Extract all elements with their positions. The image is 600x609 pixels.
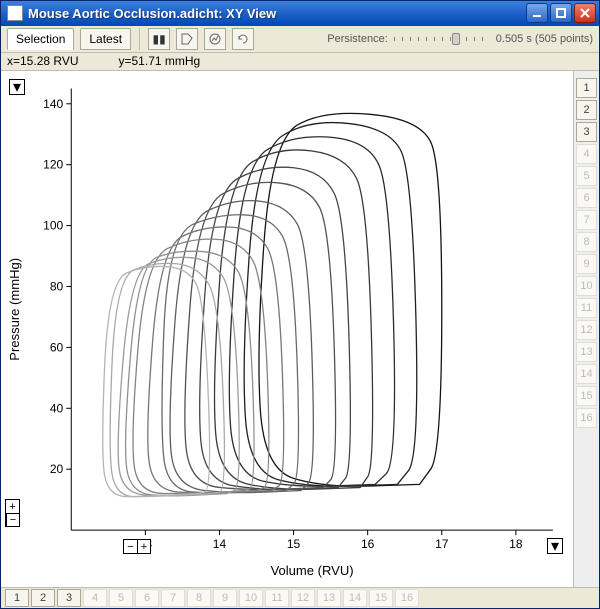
y-zoom-in-button[interactable]: + (6, 500, 19, 513)
coord-y: y=51.71 mmHg (119, 54, 201, 68)
chevron-down-icon: ▾ (551, 536, 559, 556)
app-icon (7, 5, 23, 21)
svg-text:15: 15 (287, 537, 301, 551)
svg-text:20: 20 (50, 462, 64, 476)
persistence-label: Persistence: (327, 33, 388, 45)
channel-v-15[interactable]: 15 (576, 386, 597, 406)
channel-v-7[interactable]: 7 (576, 210, 597, 230)
channel-v-5[interactable]: 5 (576, 166, 597, 186)
y-axis-menu-button[interactable]: ▾ (9, 79, 25, 95)
channel-v-8[interactable]: 8 (576, 232, 597, 252)
pv-chart: 20406080100120140131415161718Volume (RVU… (1, 71, 573, 588)
svg-text:Pressure (mmHg): Pressure (mmHg) (7, 258, 22, 361)
pause-icon: ▮▮ (152, 32, 165, 46)
toolbar: Selection Latest ▮▮ Persistence: 0.505 s… (1, 26, 599, 53)
svg-text:40: 40 (50, 401, 64, 415)
channel-h-4[interactable]: 4 (83, 589, 107, 607)
coord-bar: x=15.28 RVU y=51.71 mmHg (1, 53, 599, 71)
graph-icon (208, 32, 222, 46)
refresh-icon (236, 32, 250, 46)
channel-h-14[interactable]: 14 (343, 589, 367, 607)
channel-list-horizontal: 12345678910111213141516 (1, 588, 599, 608)
maximize-button[interactable] (550, 3, 572, 23)
x-axis-menu-button[interactable]: ▾ (547, 538, 563, 554)
titlebar[interactable]: Mouse Aortic Occlusion.adicht: XY View (1, 1, 599, 26)
channel-h-10[interactable]: 10 (239, 589, 263, 607)
tab-latest[interactable]: Latest (80, 28, 131, 50)
window-title: Mouse Aortic Occlusion.adicht: XY View (28, 6, 526, 21)
svg-text:17: 17 (435, 537, 449, 551)
refresh-graph-button[interactable] (232, 28, 254, 50)
channel-h-9[interactable]: 9 (213, 589, 237, 607)
maximize-icon (556, 8, 566, 18)
channel-v-2[interactable]: 2 (576, 100, 597, 120)
svg-text:80: 80 (50, 279, 64, 293)
svg-text:16: 16 (361, 537, 375, 551)
channel-v-4[interactable]: 4 (576, 144, 597, 164)
x-zoom-in-button[interactable]: + (137, 540, 150, 553)
svg-text:18: 18 (509, 537, 523, 551)
channel-h-11[interactable]: 11 (265, 589, 289, 607)
tab-selection[interactable]: Selection (7, 28, 74, 50)
y-zoom-out-button[interactable]: − (6, 513, 19, 526)
app-window: Mouse Aortic Occlusion.adicht: XY View S… (0, 0, 600, 609)
channel-v-6[interactable]: 6 (576, 188, 597, 208)
channel-list-vertical: 12345678910111213141516 (573, 71, 599, 588)
y-zoom-buttons: + − (5, 499, 20, 527)
close-button[interactable] (574, 3, 596, 23)
window-buttons (526, 3, 596, 23)
channel-h-13[interactable]: 13 (317, 589, 341, 607)
channel-h-1[interactable]: 1 (5, 589, 29, 607)
graph-button[interactable] (204, 28, 226, 50)
persistence-value: 0.505 s (505 points) (496, 33, 593, 45)
slider-thumb[interactable] (452, 33, 460, 45)
svg-text:120: 120 (43, 157, 63, 171)
x-zoom-out-button[interactable]: − (124, 540, 137, 553)
svg-text:Volume (RVU): Volume (RVU) (271, 563, 354, 578)
channel-h-7[interactable]: 7 (161, 589, 185, 607)
channel-v-3[interactable]: 3 (576, 122, 597, 142)
channel-h-3[interactable]: 3 (57, 589, 81, 607)
close-icon (580, 8, 590, 18)
channel-h-5[interactable]: 5 (109, 589, 133, 607)
channel-h-6[interactable]: 6 (135, 589, 159, 607)
main-area: 20406080100120140131415161718Volume (RVU… (1, 71, 599, 589)
tag-icon (180, 32, 194, 46)
coord-x: x=15.28 RVU (7, 54, 79, 68)
svg-text:100: 100 (43, 218, 63, 232)
channel-v-16[interactable]: 16 (576, 408, 597, 428)
svg-text:140: 140 (43, 96, 63, 110)
plot-area[interactable]: 20406080100120140131415161718Volume (RVU… (1, 71, 573, 588)
svg-text:14: 14 (213, 537, 227, 551)
channel-v-9[interactable]: 9 (576, 254, 597, 274)
channel-v-12[interactable]: 12 (576, 320, 597, 340)
chevron-down-icon: ▾ (13, 77, 21, 97)
pause-button[interactable]: ▮▮ (148, 28, 170, 50)
tag-button[interactable] (176, 28, 198, 50)
channel-v-11[interactable]: 11 (576, 298, 597, 318)
minimize-button[interactable] (526, 3, 548, 23)
x-zoom-buttons: − + (123, 539, 151, 554)
channel-v-13[interactable]: 13 (576, 342, 597, 362)
channel-v-14[interactable]: 14 (576, 364, 597, 384)
channel-h-12[interactable]: 12 (291, 589, 315, 607)
channel-h-16[interactable]: 16 (395, 589, 419, 607)
svg-text:60: 60 (50, 340, 64, 354)
persistence-slider[interactable] (394, 37, 484, 41)
separator (139, 28, 140, 50)
channel-v-10[interactable]: 10 (576, 276, 597, 296)
minimize-icon (532, 8, 542, 18)
channel-h-2[interactable]: 2 (31, 589, 55, 607)
channel-h-8[interactable]: 8 (187, 589, 211, 607)
channel-h-15[interactable]: 15 (369, 589, 393, 607)
channel-v-1[interactable]: 1 (576, 78, 597, 98)
